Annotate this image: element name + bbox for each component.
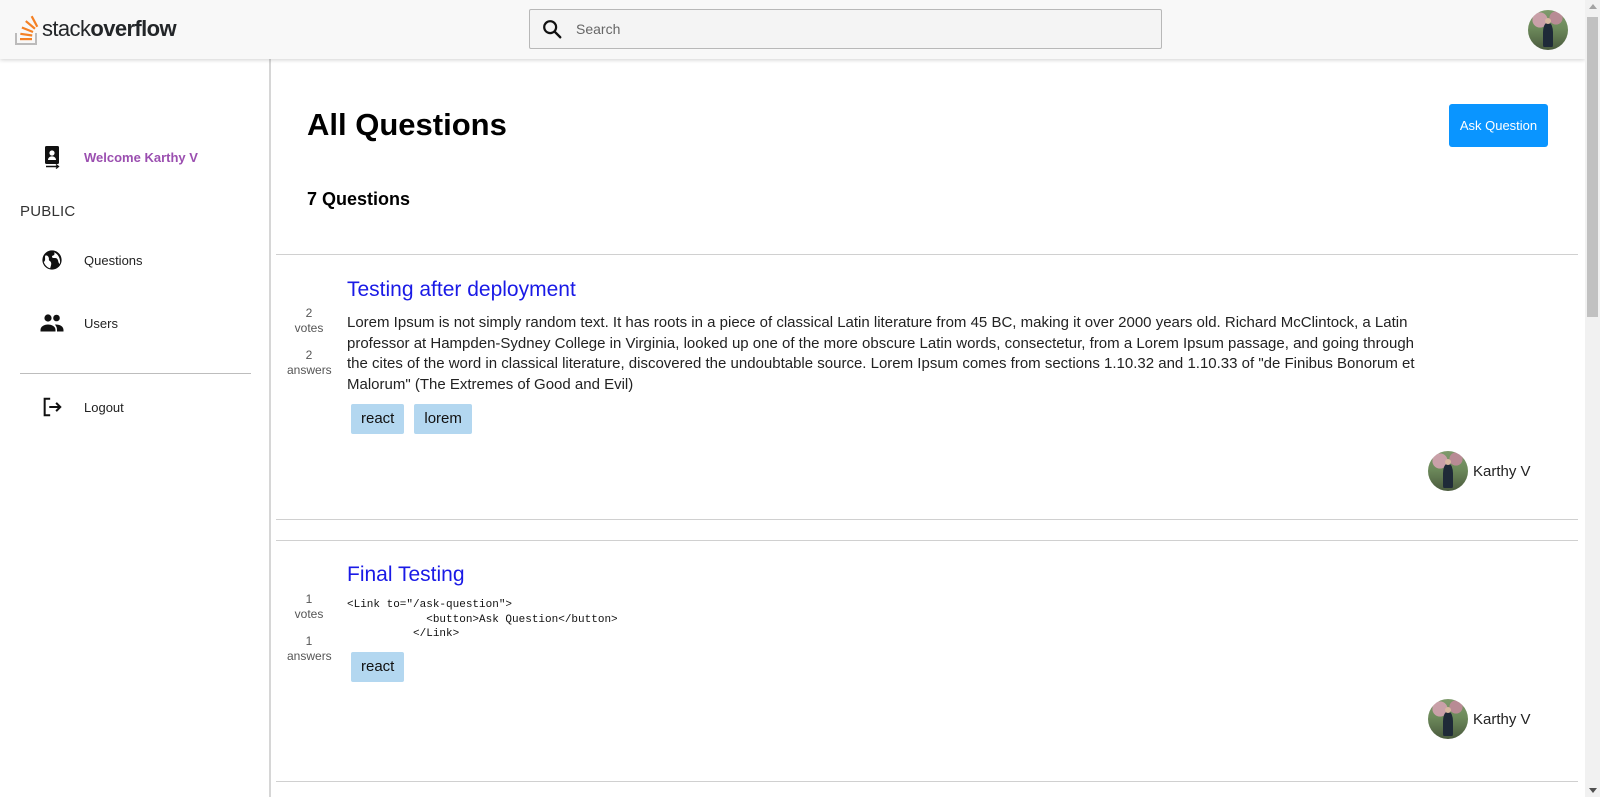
question-item: 2 votes 2 answers Testing after deployme… (276, 255, 1578, 519)
vote-label: votes (294, 607, 324, 621)
tag-lorem[interactable]: lorem (414, 404, 472, 434)
scroll-down-arrow-icon[interactable] (1589, 788, 1597, 793)
answer-count: 2 (305, 348, 313, 362)
question-stats: 1 votes 1 answers (287, 592, 332, 664)
badge-icon (40, 145, 64, 169)
question-stats: 2 votes 2 answers (287, 306, 332, 378)
question-excerpt: Lorem Ipsum is not simply random text. I… (347, 314, 1415, 393)
sidebar-item-logout[interactable]: Logout (40, 395, 124, 419)
question-tags: react lorem (351, 404, 472, 434)
people-icon (40, 311, 64, 335)
logo-text-bold: overflow (90, 16, 177, 41)
author-name: Karthy V (1473, 710, 1531, 728)
sidebar: Welcome Karthy V PUBLIC Questions Users … (0, 59, 271, 797)
author-avatar (1428, 699, 1468, 739)
answer-count: 1 (305, 634, 313, 648)
logo-text-light: stack (42, 16, 91, 41)
question-title-link[interactable]: Testing after deployment (347, 278, 576, 302)
globe-icon (40, 248, 64, 272)
vote-count: 1 (305, 592, 313, 606)
logo-text: stackoverflow (42, 16, 177, 42)
sidebar-item-users[interactable]: Users (40, 311, 118, 335)
tag-react[interactable]: react (351, 652, 405, 682)
tag-react[interactable]: react (351, 404, 405, 434)
search-icon (540, 17, 564, 41)
scrollbar-thumb[interactable] (1587, 17, 1598, 317)
welcome-text: Welcome Karthy V (84, 149, 198, 165)
sidebar-item-questions[interactable]: Questions (40, 248, 143, 272)
stackoverflow-logo[interactable]: stackoverflow (14, 13, 177, 45)
question-code-excerpt: <Link to="/ask-question"> <button>Ask Qu… (347, 599, 618, 640)
answer-label: answers (287, 363, 332, 377)
page-title: All Questions (307, 107, 507, 142)
user-avatar[interactable] (1528, 10, 1568, 50)
question-title-link[interactable]: Final Testing (347, 563, 465, 587)
question-count: 7 Questions (307, 189, 411, 209)
stackoverflow-logo-icon (15, 15, 39, 45)
answer-label: answers (287, 649, 332, 663)
sidebar-welcome[interactable]: Welcome Karthy V (40, 145, 198, 169)
author-avatar (1428, 451, 1468, 491)
list-divider (276, 519, 1578, 520)
page-scrollbar[interactable] (1585, 0, 1600, 797)
top-bar: stackoverflow (0, 0, 1585, 59)
search-bar[interactable] (529, 9, 1162, 49)
logout-icon (40, 395, 64, 419)
vote-count: 2 (305, 306, 313, 320)
search-input[interactable] (574, 20, 1138, 38)
question-author[interactable]: Karthy V (1428, 699, 1531, 739)
vote-label: votes (294, 321, 324, 335)
sidebar-section-public: PUBLIC (20, 203, 76, 220)
sidebar-divider (20, 373, 251, 374)
sidebar-item-label: Questions (84, 252, 143, 268)
scroll-up-arrow-icon[interactable] (1589, 4, 1597, 9)
question-item: 1 votes 1 answers Final Testing <Link to… (276, 541, 1578, 781)
question-author[interactable]: Karthy V (1428, 451, 1531, 491)
sidebar-item-label: Logout (84, 399, 124, 415)
list-divider (276, 781, 1578, 782)
sidebar-item-label: Users (84, 315, 118, 331)
question-tags: react (351, 652, 405, 682)
ask-question-button[interactable]: Ask Question (1449, 104, 1548, 147)
main-content: All Questions Ask Question 7 Questions 2… (271, 59, 1585, 797)
author-name: Karthy V (1473, 462, 1531, 480)
